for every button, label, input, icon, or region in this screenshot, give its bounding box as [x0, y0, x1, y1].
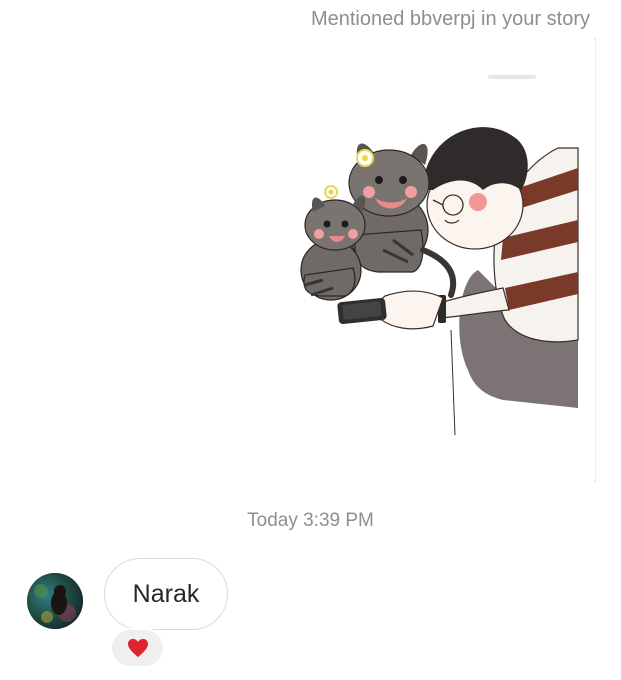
reaction-pill[interactable]: [110, 628, 165, 668]
message-text: Narak: [132, 579, 200, 608]
avatar-photo: [27, 573, 83, 629]
message-bubble[interactable]: Narak: [104, 558, 228, 630]
heart-icon: [127, 638, 148, 658]
story-illustration: [300, 75, 579, 436]
story-mention-label: Mentioned bbverpj in your story: [310, 8, 590, 30]
message-timestamp: Today 3:39 PM: [247, 510, 374, 531]
story-preview-card[interactable]: [283, 40, 595, 480]
avatar[interactable]: [27, 573, 83, 629]
